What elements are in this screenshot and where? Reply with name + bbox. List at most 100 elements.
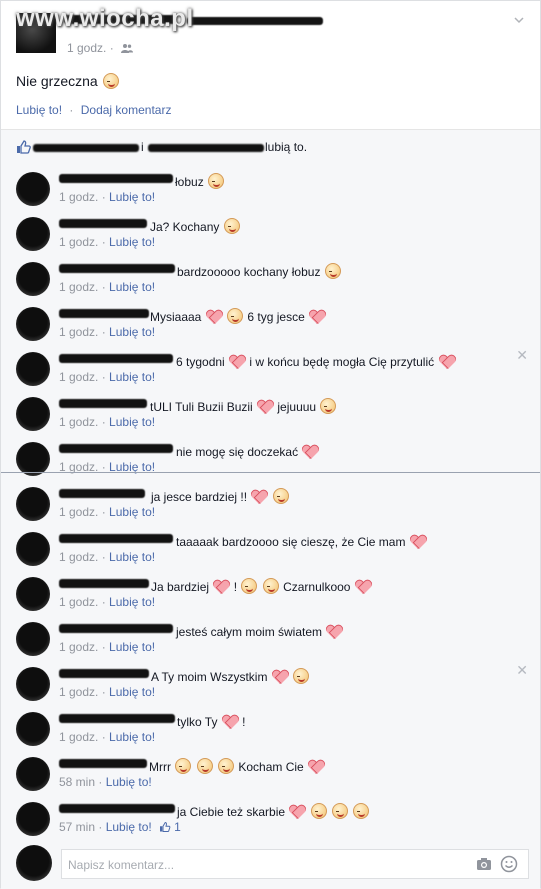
- post-actions: Lubię to! · Dodaj komentarz: [16, 103, 171, 117]
- comment-like-link[interactable]: Lubię to!: [109, 370, 155, 384]
- comment-like-link[interactable]: Lubię to!: [106, 775, 152, 789]
- action-separator: ·: [69, 103, 74, 117]
- comment-like-link[interactable]: Lubię to!: [109, 505, 155, 519]
- commenter-avatar[interactable]: [16, 667, 50, 701]
- comment-like-link[interactable]: Lubię to!: [109, 730, 155, 744]
- commenter-avatar[interactable]: [16, 622, 50, 656]
- liker-name-redacted-2[interactable]: [148, 144, 264, 152]
- comment-like-link[interactable]: Lubię to!: [109, 190, 155, 204]
- comment-like-link[interactable]: Lubię to!: [109, 235, 155, 249]
- post-time[interactable]: 1 godz.: [67, 41, 106, 55]
- commenter-avatar[interactable]: [16, 487, 50, 521]
- comment-time[interactable]: 1 godz.: [59, 235, 98, 249]
- divider-line: [1, 472, 540, 473]
- heart-emoji-icon: [410, 533, 426, 549]
- commenter-name-redacted[interactable]: [59, 174, 173, 183]
- commenter-avatar[interactable]: [16, 307, 50, 341]
- comment-time[interactable]: 57 min: [59, 820, 95, 834]
- comment-item: bardzooooo kochany łobuz 1 godz. · Lubię…: [1, 253, 540, 298]
- comment-meta: 1 godz. · Lubię to!: [59, 505, 156, 519]
- friends-icon[interactable]: [121, 42, 134, 53]
- likes-connector: i: [141, 140, 144, 154]
- close-icon[interactable]: ✕: [516, 662, 528, 679]
- camera-icon[interactable]: [476, 857, 492, 871]
- commenter-avatar[interactable]: [16, 802, 50, 836]
- commenter-avatar[interactable]: [16, 532, 50, 566]
- comment-like-link[interactable]: Lubię to!: [109, 280, 155, 294]
- close-icon[interactable]: ✕: [516, 347, 528, 364]
- heart-emoji-icon: [326, 623, 342, 639]
- commenter-avatar[interactable]: [16, 397, 50, 431]
- comment-like-count[interactable]: 1: [158, 820, 181, 834]
- commenter-name-redacted[interactable]: [59, 579, 149, 588]
- chevron-down-icon[interactable]: [512, 13, 526, 27]
- commenter-name-redacted[interactable]: [59, 444, 173, 453]
- commenter-avatar[interactable]: [16, 712, 50, 746]
- heart-emoji-icon: [308, 758, 324, 774]
- commenter-name-redacted[interactable]: [59, 309, 149, 318]
- comment-time[interactable]: 1 godz.: [59, 415, 98, 429]
- comment-time[interactable]: 1 godz.: [59, 550, 98, 564]
- comment-meta: 1 godz. · Lubię to!: [59, 595, 156, 609]
- comment-item: Ja bardziej ! Czarnulkooo 1 godz. · Lubi…: [1, 568, 540, 613]
- commenter-name-redacted[interactable]: [59, 804, 175, 813]
- commenter-name-redacted[interactable]: [59, 714, 175, 723]
- comment-like-link[interactable]: Lubię to!: [109, 550, 155, 564]
- wink-emoji-icon: [324, 263, 341, 279]
- comment-time[interactable]: 1 godz.: [59, 280, 98, 294]
- comment-like-link[interactable]: Lubię to!: [109, 595, 155, 609]
- commenter-avatar[interactable]: [16, 352, 50, 386]
- comment-text: taaaaak bardzoooo się cieszę, że Cie mam: [176, 533, 427, 549]
- comment-like-link[interactable]: Lubię to!: [109, 640, 155, 654]
- comment-time[interactable]: 1 godz.: [59, 505, 98, 519]
- commenter-avatar[interactable]: [16, 217, 50, 251]
- comment-like-link[interactable]: Lubię to!: [106, 820, 152, 834]
- commenter-name-redacted[interactable]: [59, 264, 175, 273]
- commenter-name-redacted[interactable]: [59, 219, 147, 228]
- comment-time[interactable]: 1 godz.: [59, 370, 98, 384]
- comment-time[interactable]: 1 godz.: [59, 685, 98, 699]
- comment-time[interactable]: 1 godz.: [59, 595, 98, 609]
- comment-text: 6 tygodni i w końcu będę mogła Cię przyt…: [176, 353, 456, 369]
- comment-item: A Ty moim Wszystkim 1 godz. · Lubię to! …: [1, 658, 540, 703]
- comment-like-link[interactable]: Lubię to!: [109, 685, 155, 699]
- heart-emoji-icon: [355, 578, 371, 594]
- wink-emoji-icon: [175, 758, 192, 774]
- comment-like-link[interactable]: Lubię to!: [109, 325, 155, 339]
- wink-emoji-icon: [272, 488, 289, 504]
- comment-time[interactable]: 58 min: [59, 775, 95, 789]
- likes-suffix: lubią to.: [265, 140, 308, 154]
- commenter-name-redacted[interactable]: [59, 399, 147, 408]
- commenter-avatar[interactable]: [16, 172, 50, 206]
- commenter-name-redacted[interactable]: [59, 534, 173, 543]
- smiley-icon[interactable]: [500, 855, 518, 873]
- comment-meta: 1 godz. · Lubię to!: [59, 730, 156, 744]
- comment-like-link[interactable]: Lubię to!: [109, 415, 155, 429]
- heart-emoji-icon: [302, 443, 318, 459]
- liker-name-redacted-1[interactable]: [33, 144, 139, 152]
- comment-time[interactable]: 1 godz.: [59, 730, 98, 744]
- comment-composer: Napisz komentarz...: [1, 837, 540, 889]
- comment-time[interactable]: 1 godz.: [59, 640, 98, 654]
- comment-time[interactable]: 1 godz.: [59, 325, 98, 339]
- heart-emoji-icon: [229, 353, 245, 369]
- comment-item: Ja? Kochany 1 godz. · Lubię to!: [1, 208, 540, 253]
- commenter-avatar[interactable]: [16, 577, 50, 611]
- wink-emoji-icon: [208, 173, 225, 189]
- commenter-name-redacted[interactable]: [59, 489, 145, 498]
- comment-text: Ja bardziej ! Czarnulkooo: [151, 578, 372, 594]
- heart-emoji-icon: [206, 308, 222, 324]
- commenter-name-redacted[interactable]: [59, 624, 173, 633]
- wink-emoji-icon: [262, 578, 279, 594]
- comment-input[interactable]: Napisz komentarz...: [61, 849, 529, 879]
- comment-item: jesteś całym moim światem 1 godz. · Lubi…: [1, 613, 540, 658]
- commenter-avatar[interactable]: [16, 442, 50, 476]
- comment-time[interactable]: 1 godz.: [59, 190, 98, 204]
- like-link[interactable]: Lubię to!: [16, 103, 62, 117]
- commenter-avatar[interactable]: [16, 757, 50, 791]
- commenter-avatar[interactable]: [16, 262, 50, 296]
- commenter-name-redacted[interactable]: [59, 669, 149, 678]
- commenter-name-redacted[interactable]: [59, 354, 173, 363]
- commenter-name-redacted[interactable]: [59, 759, 147, 768]
- add-comment-link[interactable]: Dodaj komentarz: [81, 103, 172, 117]
